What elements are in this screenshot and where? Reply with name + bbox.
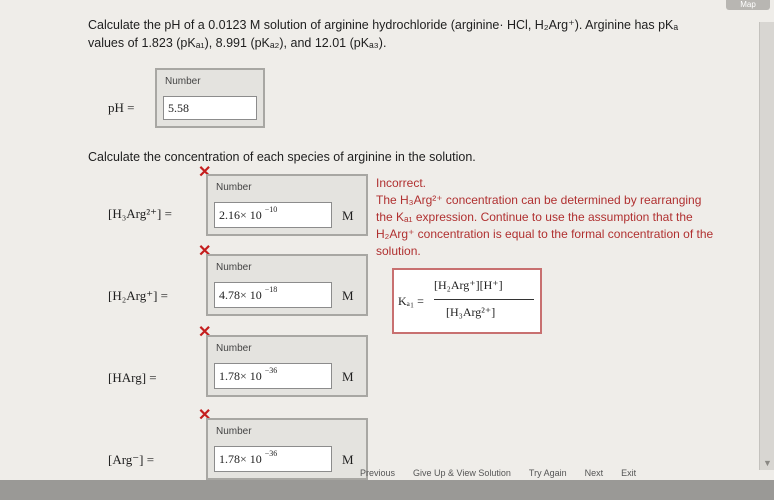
exponent-text: −36: [264, 449, 278, 458]
species-answer-box: Number 4.78× 10 −18 M: [206, 254, 368, 316]
species-input[interactable]: 4.78× 10 −18: [214, 282, 332, 308]
ph-label: pH =: [108, 100, 135, 115]
question-1-line-2: values of 1.823 (pKₐ₁), 8.991 (pKₐ₂), an…: [88, 36, 387, 50]
exit-button[interactable]: Exit: [621, 468, 636, 478]
formula-lhs: Kₐ₁ =: [398, 294, 424, 308]
feedback-panel: Incorrect. The H₃Arg²⁺ concentration can…: [376, 175, 716, 260]
mantissa-text: 2.16× 10: [219, 208, 262, 222]
unit-label: M: [342, 288, 354, 303]
vertical-scrollbar[interactable]: ▼: [759, 22, 774, 470]
unit-label: M: [342, 452, 354, 467]
species-label: [HArg] =: [108, 370, 157, 385]
scroll-handle[interactable]: [761, 208, 773, 238]
species-field-label: Number: [216, 262, 252, 273]
question-2-text: Calculate the concentration of each spec…: [88, 150, 476, 164]
species-field-label: Number: [216, 426, 252, 437]
mantissa-text: 1.78× 10: [219, 369, 262, 383]
species-answer-box: Number 1.78× 10 −36 M: [206, 418, 368, 480]
bottom-button-row: Previous Give Up & View Solution Try Aga…: [360, 468, 636, 478]
scroll-down-arrow-icon[interactable]: ▼: [763, 458, 772, 468]
species-label: [H₂Arg⁺] =: [108, 288, 169, 303]
species-answer-box: Number 1.78× 10 −36 M: [206, 335, 368, 397]
feedback-body: The H₃Arg²⁺ concentration can be determi…: [376, 193, 714, 258]
exponent-text: −18: [264, 285, 278, 294]
species-field-label: Number: [216, 182, 252, 193]
map-button[interactable]: Map: [726, 0, 770, 10]
previous-button[interactable]: Previous: [360, 468, 395, 478]
formula-denominator: [H₃Arg²⁺]: [446, 305, 496, 319]
species-answer-box: Number 2.16× 10 −10 M: [206, 174, 368, 236]
species-input[interactable]: 2.16× 10 −10: [214, 202, 332, 228]
exponent-text: −36: [264, 366, 278, 375]
exponent-text: −10: [264, 205, 278, 214]
formula-numerator: [H₂Arg⁺][H⁺]: [434, 278, 503, 292]
question-page: Map Calculate the pH of a 0.0123 M solut…: [0, 0, 774, 500]
question-1-text: Calculate the pH of a 0.0123 M solution …: [88, 16, 728, 52]
question-1-line-1: Calculate the pH of a 0.0123 M solution …: [88, 18, 679, 32]
bottom-bar: [0, 480, 774, 500]
mantissa-text: 1.78× 10: [219, 452, 262, 466]
give-up-button[interactable]: Give Up & View Solution: [413, 468, 511, 478]
species-label: [H₃Arg²⁺] =: [108, 206, 172, 221]
feedback-title: Incorrect.: [376, 176, 427, 190]
species-label: [Arg⁻] =: [108, 452, 155, 467]
fraction-bar: [434, 299, 534, 300]
unit-label: M: [342, 369, 354, 384]
species-field-label: Number: [216, 343, 252, 354]
species-input[interactable]: 1.78× 10 −36: [214, 446, 332, 472]
next-button[interactable]: Next: [585, 468, 604, 478]
species-input[interactable]: 1.78× 10 −36: [214, 363, 332, 389]
ph-field-label: Number: [165, 76, 201, 87]
mantissa-text: 4.78× 10: [219, 288, 262, 302]
unit-label: M: [342, 208, 354, 223]
try-again-button[interactable]: Try Again: [529, 468, 567, 478]
ph-answer-box: Number 5.58: [155, 68, 265, 128]
ph-input[interactable]: 5.58: [163, 96, 257, 120]
ka1-formula-box: Kₐ₁ = [H₂Arg⁺][H⁺] [H₃Arg²⁺]: [392, 268, 542, 334]
